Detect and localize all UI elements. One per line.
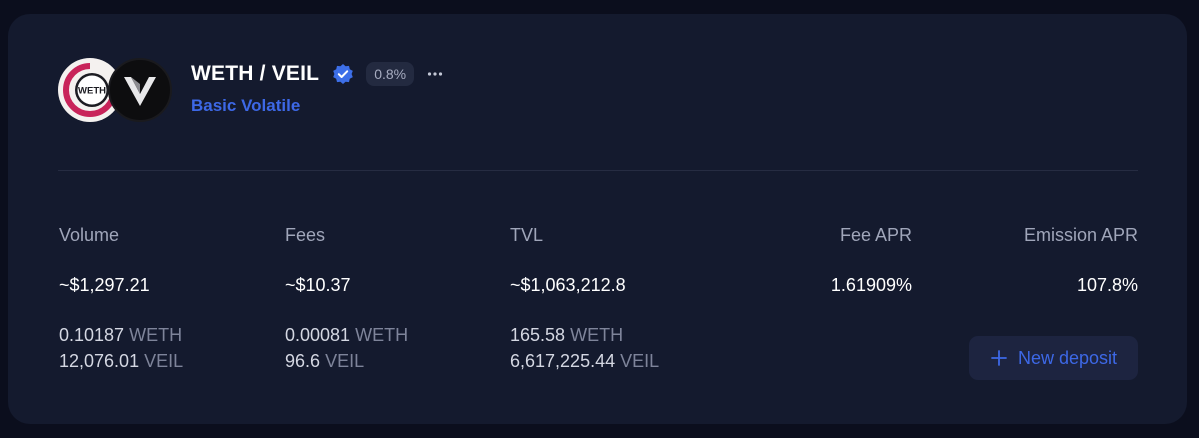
new-deposit-button[interactable]: New deposit (969, 336, 1138, 380)
pool-card: WETH WETH / VEIL 0.8% Basic Volatile Vol… (8, 14, 1187, 424)
token-logos: WETH (58, 58, 174, 122)
volume-token0: 0.10187 WETH (59, 322, 183, 348)
fee-apr-stat: Fee APR 1.61909% (708, 222, 912, 298)
plus-icon (990, 349, 1008, 367)
tvl-token0: 165.58 WETH (510, 322, 659, 348)
volume-token0-unit: WETH (129, 325, 183, 345)
volume-token1-amount: 12,076.01 (59, 351, 140, 371)
volume-label: Volume (59, 225, 120, 245)
tvl-value: ~$1,063,212.8 (510, 275, 626, 295)
weth-logo-text: WETH (78, 86, 106, 97)
emission-apr-stat: Emission APR 107.8% (938, 222, 1138, 298)
volume-token0-amount: 0.10187 (59, 325, 125, 345)
header-divider (58, 170, 1138, 171)
fees-token1: 96.6 VEIL (285, 348, 408, 374)
fees-token1-amount: 96.6 (285, 351, 321, 371)
tvl-token1-amount: 6,617,225.44 (510, 351, 616, 371)
fees-label: Fees (285, 225, 326, 245)
fee-apr-value: 1.61909% (830, 275, 912, 295)
fees-token0-unit: WETH (355, 325, 409, 345)
fee-apr-label: Fee APR (839, 225, 912, 245)
tvl-token0-unit: WETH (570, 325, 624, 345)
volume-breakdown: 0.10187 WETH 12,076.01 VEIL (59, 322, 183, 374)
fees-token0: 0.00081 WETH (285, 322, 408, 348)
fees-token1-unit: VEIL (325, 351, 365, 371)
pool-type-label: Basic Volatile (191, 96, 301, 115)
veil-logo-icon (108, 58, 172, 122)
volume-token1-unit: VEIL (144, 351, 184, 371)
emission-apr-label: Emission APR (1023, 225, 1138, 245)
fees-breakdown: 0.00081 WETH 96.6 VEIL (285, 322, 408, 374)
fees-stat: Fees ~$10.37 0.00081 WETH 96.6 VEIL (285, 222, 408, 374)
volume-token1: 12,076.01 VEIL (59, 348, 183, 374)
new-deposit-label: New deposit (1017, 347, 1118, 368)
pool-header: WETH WETH / VEIL 0.8% Basic Volatile (58, 58, 444, 122)
tvl-breakdown: 165.58 WETH 6,617,225.44 VEIL (510, 322, 659, 374)
emission-apr-value: 107.8% (1076, 275, 1138, 295)
volume-value: ~$1,297.21 (59, 275, 150, 295)
volume-stat: Volume ~$1,297.21 0.10187 WETH 12,076.01… (59, 222, 183, 374)
more-horizontal-icon[interactable] (426, 65, 444, 83)
tvl-token1-unit: VEIL (620, 351, 660, 371)
fee-tier-badge: 0.8% (366, 62, 415, 86)
tvl-token0-amount: 165.58 (510, 325, 566, 345)
pair-title-row: WETH / VEIL 0.8% (191, 61, 444, 87)
tvl-label: TVL (510, 225, 544, 245)
fees-token0-amount: 0.00081 (285, 325, 351, 345)
pair-name: WETH / VEIL (191, 62, 320, 85)
tvl-stat: TVL ~$1,063,212.8 165.58 WETH 6,617,225.… (510, 222, 659, 374)
tvl-token1: 6,617,225.44 VEIL (510, 348, 659, 374)
fees-value: ~$10.37 (285, 275, 351, 295)
pair-info: WETH / VEIL 0.8% Basic Volatile (191, 58, 444, 116)
verified-check-icon (332, 63, 354, 85)
